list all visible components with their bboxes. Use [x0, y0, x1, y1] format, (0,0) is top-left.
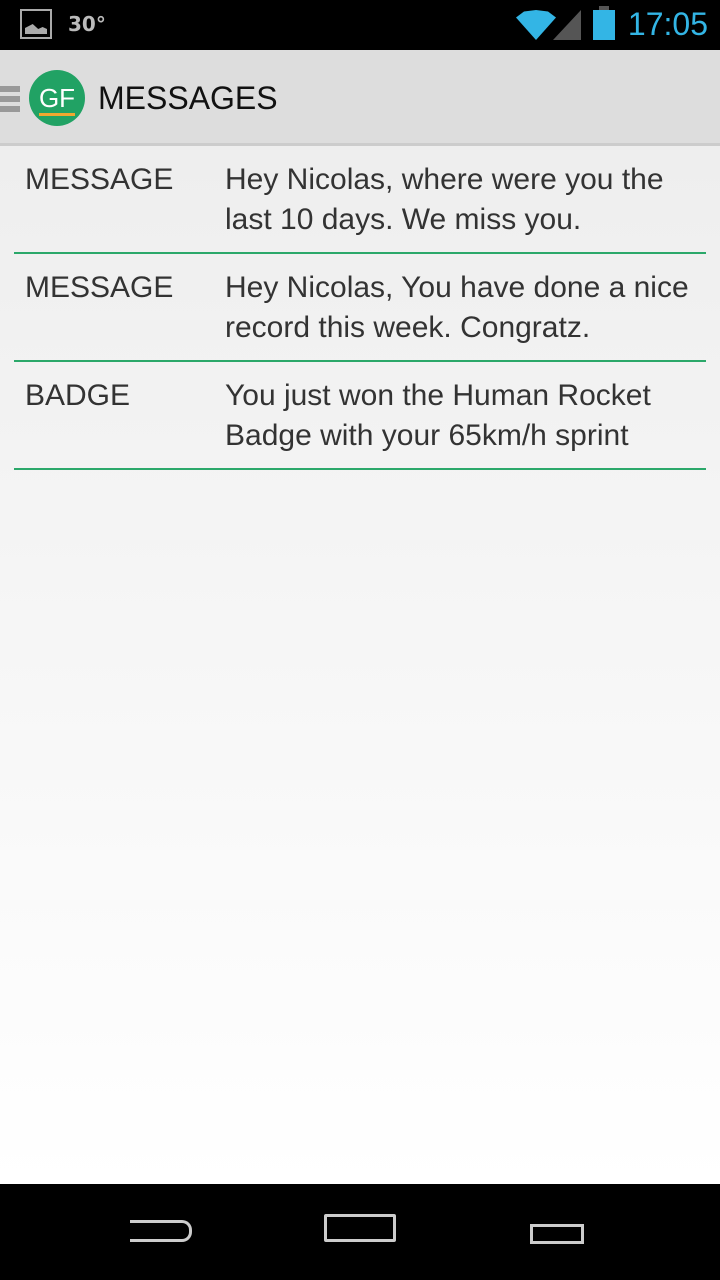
app-logo[interactable]: GF: [29, 70, 85, 126]
signal-icon: [553, 10, 581, 40]
list-item[interactable]: MESSAGE Hey Nicolas, You have done a nic…: [14, 254, 706, 362]
home-icon[interactable]: [324, 1214, 396, 1242]
list-item[interactable]: BADGE You just won the Human Rocket Badg…: [14, 362, 706, 470]
message-text: Hey Nicolas, You have done a nice record…: [225, 271, 689, 344]
message-text: You just won the Human Rocket Badge with…: [225, 379, 651, 452]
page-title: MESSAGES: [98, 80, 278, 116]
navigation-bar: [0, 1184, 720, 1280]
message-type: BADGE: [25, 379, 131, 412]
temperature: 30°: [68, 12, 106, 36]
message-type: MESSAGE: [25, 163, 174, 196]
message-list: MESSAGE Hey Nicolas, where were you the …: [0, 146, 720, 1184]
clock: 17:05: [627, 6, 708, 42]
drawer-menu-icon[interactable]: [0, 86, 20, 112]
back-icon[interactable]: [130, 1220, 192, 1242]
list-item[interactable]: MESSAGE Hey Nicolas, where were you the …: [14, 146, 706, 254]
image-notification-icon: [20, 9, 52, 39]
wifi-icon: [516, 10, 556, 40]
status-bar: 30° 17:05: [0, 0, 720, 50]
battery-icon: [593, 6, 615, 40]
message-type: MESSAGE: [25, 271, 174, 304]
action-bar: GF MESSAGES: [0, 50, 720, 146]
message-text: Hey Nicolas, where were you the last 10 …: [225, 163, 664, 236]
recent-apps-icon[interactable]: [530, 1224, 584, 1244]
